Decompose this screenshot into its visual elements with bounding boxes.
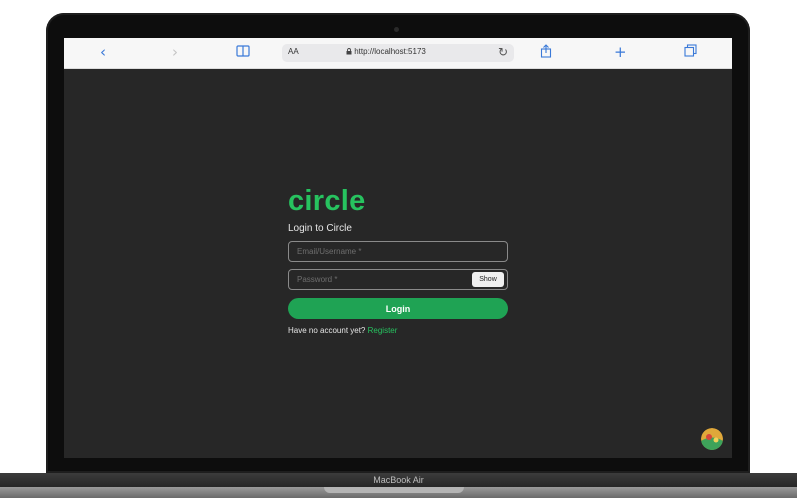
book-icon-shape — [236, 45, 250, 57]
avatar-emoji-icon — [701, 428, 723, 450]
email-field-wrapper — [288, 241, 508, 262]
plus-icon[interactable]: + — [614, 44, 627, 60]
avatar[interactable] — [701, 428, 723, 450]
chevron-left-icon[interactable]: ‹ — [100, 44, 106, 60]
url-label: http://localhost:5173 — [354, 47, 426, 56]
share-icon[interactable] — [540, 44, 552, 61]
tabs-icon-shape — [684, 44, 697, 57]
browser-toolbar: ‹ › AA http://localhost:5173 ↻ + — [64, 38, 732, 69]
book-icon[interactable] — [236, 44, 250, 60]
address-bar[interactable]: AA http://localhost:5173 ↻ — [282, 44, 514, 62]
laptop-screen: ‹ › AA http://localhost:5173 ↻ + circle … — [64, 38, 732, 458]
login-button[interactable]: Login — [288, 298, 508, 319]
register-link[interactable]: Register — [368, 326, 398, 335]
tabs-icon[interactable] — [684, 44, 697, 60]
text-size-button[interactable]: AA — [288, 47, 299, 56]
camera-icon — [394, 27, 399, 32]
no-account-text: Have no account yet? — [288, 326, 366, 335]
share-icon-shape — [540, 44, 552, 58]
url-text: http://localhost:5173 — [346, 47, 426, 56]
app-logo: circle — [288, 185, 366, 217]
register-prompt: Have no account yet? Register — [288, 326, 508, 335]
show-password-button[interactable]: Show — [472, 272, 504, 287]
email-username-input[interactable] — [289, 242, 507, 261]
device-label: MacBook Air — [373, 475, 424, 485]
chevron-right-icon[interactable]: › — [172, 44, 178, 60]
lock-icon — [346, 48, 352, 55]
password-field-wrapper: Show — [288, 269, 508, 290]
laptop-notch — [324, 487, 464, 493]
reload-icon[interactable]: ↻ — [498, 45, 508, 59]
login-form: circle Login to Circle Show Login Have n… — [288, 186, 508, 335]
login-subtitle: Login to Circle — [288, 223, 352, 234]
